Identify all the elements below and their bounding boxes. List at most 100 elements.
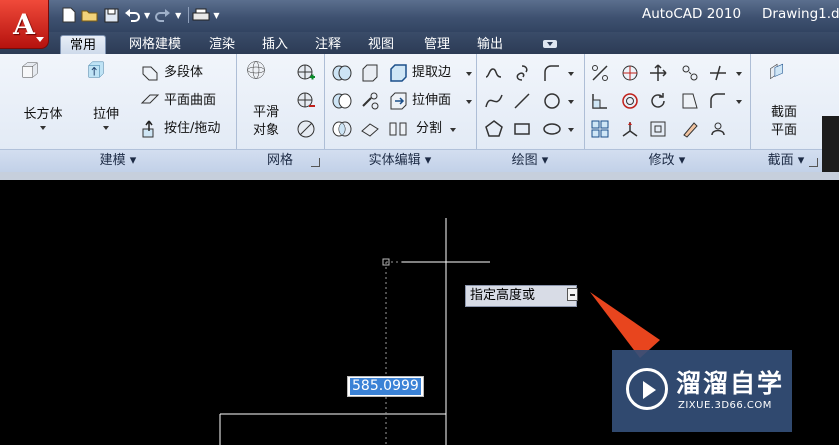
presspull-label[interactable]: 按住/拖动 (164, 120, 220, 138)
panel-title-modeling[interactable]: 建模 ▾ (0, 149, 236, 172)
panel-title-solid-editing-text: 实体编辑 (368, 153, 421, 168)
polysolid-icon[interactable] (140, 63, 160, 83)
extrude-faces-dropdown-icon[interactable] (466, 100, 472, 104)
fillet-arc-icon[interactable] (542, 63, 562, 83)
box-3d-icon[interactable] (20, 60, 64, 104)
panel-title-section-text: 截面 (767, 153, 794, 168)
section-plane-label-line2[interactable]: 平面 (762, 122, 806, 140)
line-icon[interactable] (512, 91, 532, 111)
extract-edges-dropdown-icon[interactable] (466, 72, 472, 76)
ellipse-icon[interactable] (542, 119, 562, 139)
extrude-faces-icon[interactable] (388, 91, 408, 111)
watermark-url: ZIXUE.3D66.COM (678, 400, 772, 411)
qat-customize-dropdown-icon[interactable]: ▼ (213, 11, 219, 20)
open-folder-icon[interactable] (81, 6, 99, 24)
circle-dropdown-icon[interactable] (568, 100, 574, 104)
tab-annotate[interactable]: 注释 (308, 35, 348, 54)
tab-mesh-modeling[interactable]: 网格建模 (122, 35, 188, 54)
toolbar-divider (188, 7, 190, 23)
planar-surface-icon[interactable] (140, 91, 160, 111)
separate-label[interactable]: 分割 (416, 120, 442, 138)
copy-icon[interactable] (708, 119, 728, 139)
chevron-down-icon (36, 37, 44, 42)
panel-title-solid-editing[interactable]: 实体编辑 ▾ (324, 149, 476, 172)
thicken-icon[interactable] (360, 119, 380, 139)
tab-render[interactable]: 渲染 (202, 35, 242, 54)
polygon-icon[interactable] (484, 119, 504, 139)
rectangle-icon[interactable] (512, 119, 532, 139)
polysolid-label[interactable]: 多段体 (164, 64, 203, 82)
tab-insert[interactable]: 插入 (255, 35, 295, 54)
erase-icon[interactable] (680, 119, 700, 139)
box-dropdown-icon[interactable] (40, 126, 46, 130)
redo-dropdown-icon[interactable]: ▼ (175, 11, 181, 20)
extract-edges-label[interactable]: 提取边 (412, 64, 451, 82)
slice-icon[interactable] (360, 91, 380, 111)
extract-edges-icon[interactable] (388, 63, 408, 83)
separate-icon[interactable] (388, 119, 408, 139)
union-icon[interactable] (332, 63, 352, 83)
mesh-refine-icon[interactable] (296, 119, 316, 139)
panel-draw: 绘图 ▾ (476, 54, 585, 172)
3d-array-icon[interactable] (620, 91, 640, 111)
extrude-dropdown-icon[interactable] (103, 126, 109, 130)
mesh-remove-icon[interactable] (296, 91, 316, 111)
offset-icon[interactable] (648, 119, 668, 139)
tab-output[interactable]: 输出 (470, 35, 510, 54)
section-plane-label-line1[interactable]: 截面 (762, 104, 806, 122)
mirror-3d-icon[interactable] (590, 91, 610, 111)
ucs-axis-icon[interactable] (620, 119, 640, 139)
array-grid-icon[interactable] (590, 119, 610, 139)
minimize-ribbon-button[interactable] (543, 40, 557, 48)
scale-icon[interactable] (590, 63, 610, 83)
undo-icon[interactable] (123, 6, 141, 24)
dimension-input-field[interactable]: 585.0999 (347, 376, 424, 397)
save-icon[interactable] (102, 6, 120, 24)
subtract-icon[interactable] (332, 91, 352, 111)
arc-dropdown-icon[interactable] (568, 72, 574, 76)
separate-dropdown-icon[interactable] (450, 128, 456, 132)
panel-title-draw[interactable]: 绘图 ▾ (476, 149, 584, 172)
extrude-faces-label[interactable]: 拉伸面 (412, 92, 451, 110)
smooth-label-line1[interactable]: 平滑 (242, 104, 290, 122)
smooth-label-line2[interactable]: 对象 (242, 122, 290, 140)
ellipse-dropdown-icon[interactable] (568, 128, 574, 132)
tab-home[interactable]: 常用 (60, 35, 106, 55)
fillet-icon[interactable] (708, 91, 728, 111)
smooth-object-sphere-icon[interactable] (246, 60, 286, 100)
intersect-icon[interactable] (332, 119, 352, 139)
fillet-dropdown-icon[interactable] (736, 100, 742, 104)
redo-icon[interactable] (154, 6, 172, 24)
polyline-icon[interactable] (484, 63, 504, 83)
extrude-button-label[interactable]: 拉伸 (84, 106, 128, 124)
shell-icon[interactable] (360, 63, 380, 83)
application-menu-button[interactable]: A (0, 0, 49, 49)
box-button-label[interactable]: 长方体 (18, 106, 68, 124)
presspull-icon[interactable] (140, 119, 160, 139)
trim-extend-icon[interactable] (708, 63, 728, 83)
new-file-icon[interactable] (60, 6, 78, 24)
undo-dropdown-icon[interactable]: ▼ (144, 11, 150, 20)
tab-view[interactable]: 视图 (361, 35, 401, 54)
section-panel-launcher-icon[interactable] (809, 158, 818, 167)
3d-rotate-icon[interactable] (620, 63, 640, 83)
circle-icon[interactable] (542, 91, 562, 111)
extrude-icon[interactable] (86, 60, 126, 104)
prompt-options-icon[interactable] (567, 288, 578, 301)
helix-icon[interactable] (512, 63, 532, 83)
spline-icon[interactable] (484, 91, 504, 111)
mesh-add-icon[interactable] (296, 63, 316, 83)
trim-dropdown-icon[interactable] (736, 72, 742, 76)
stretch-icon[interactable] (680, 91, 700, 111)
mesh-panel-launcher-icon[interactable] (311, 158, 320, 167)
planar-surface-label[interactable]: 平面曲面 (164, 92, 216, 110)
align-icon[interactable] (680, 63, 700, 83)
plot-printer-icon[interactable] (192, 6, 210, 24)
section-plane-icon[interactable] (766, 62, 802, 98)
panel-title-mesh-text: 网格 (266, 153, 293, 168)
3d-move-icon[interactable] (648, 63, 668, 83)
panel-title-modify[interactable]: 修改 ▾ (584, 149, 750, 172)
rotate-icon[interactable] (648, 91, 668, 111)
tab-manage[interactable]: 管理 (417, 35, 457, 54)
play-circle-logo-icon (626, 368, 668, 410)
